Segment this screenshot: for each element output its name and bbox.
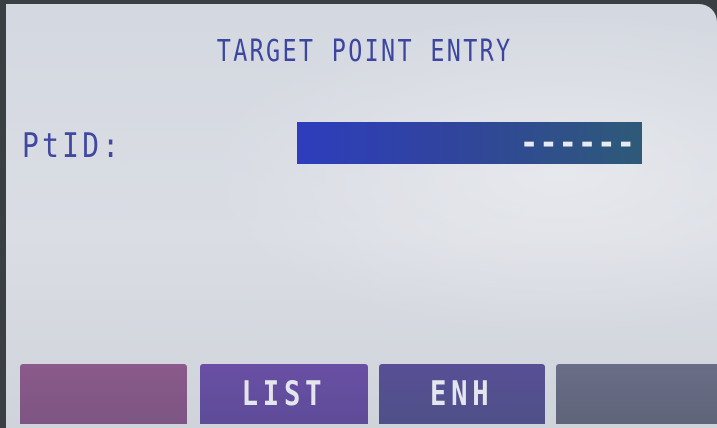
softkey-f1[interactable] — [20, 364, 187, 424]
lcd-screen: TARGET POINT ENTRY PtID: ------ LIST ENH — [6, 4, 717, 428]
softkey-list-label: LIST — [241, 374, 327, 414]
softkey-enh[interactable]: ENH — [379, 364, 545, 424]
softkey-f4[interactable] — [556, 364, 717, 424]
softkey-list[interactable]: LIST — [200, 364, 368, 424]
ptid-input[interactable]: ------ — [297, 122, 642, 164]
softkey-bar: LIST ENH — [20, 364, 717, 424]
ptid-value: ------ — [520, 123, 636, 163]
softkey-enh-label: ENH — [430, 374, 494, 414]
ptid-label: PtID: — [22, 126, 123, 166]
screen-title: TARGET POINT ENTRY — [216, 34, 513, 69]
